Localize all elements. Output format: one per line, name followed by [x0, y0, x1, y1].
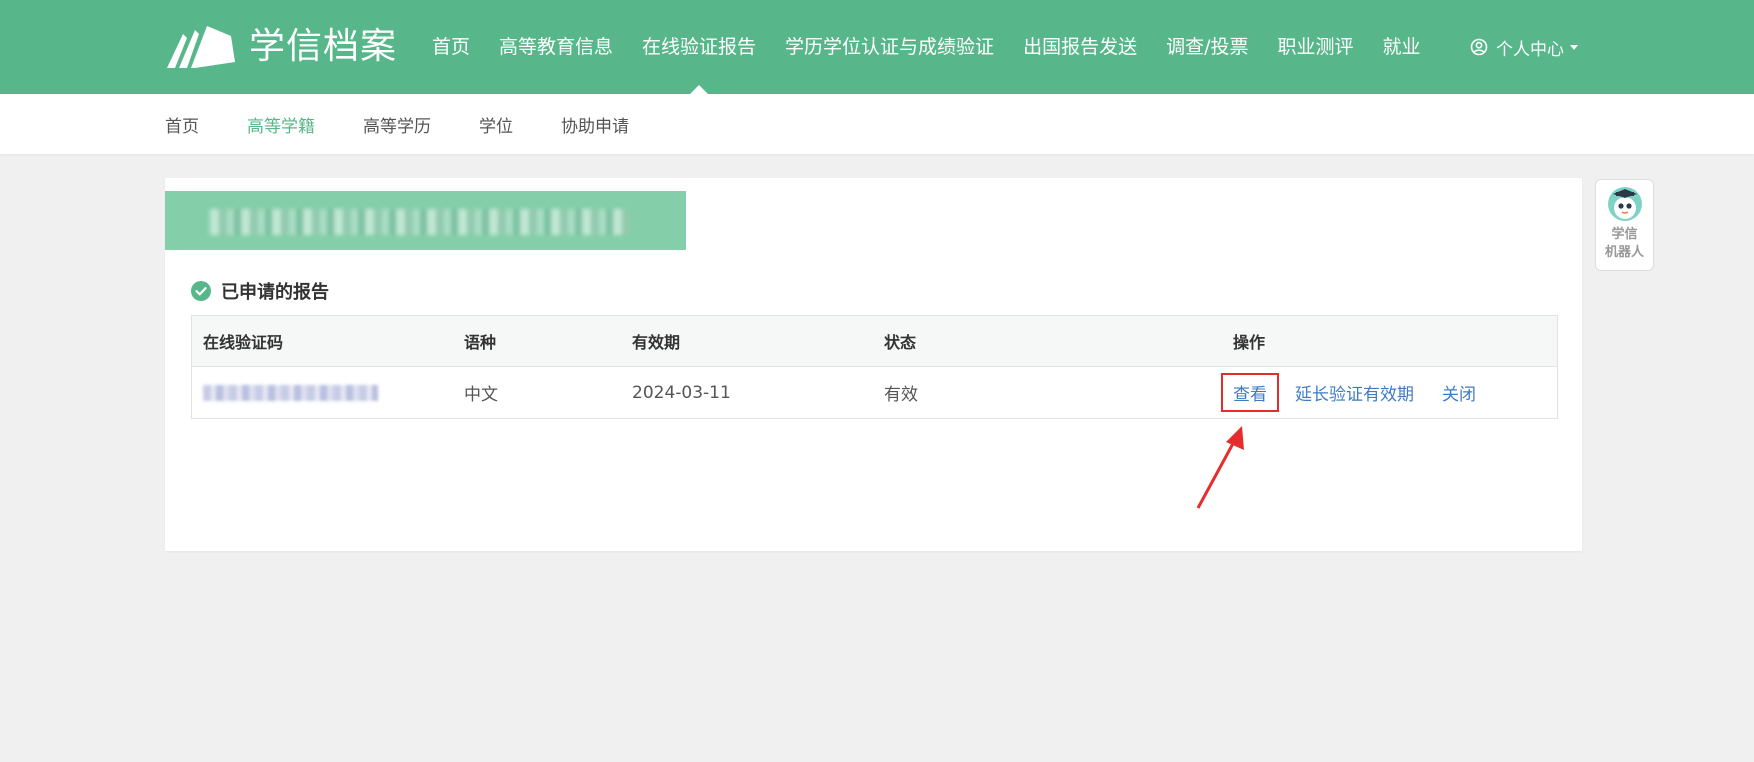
subnav-item-home[interactable]: 首页: [165, 112, 199, 137]
close-report-link[interactable]: 关闭: [1442, 380, 1476, 405]
sub-nav-bar: 首页 高等学籍 高等学历 学位 协助申请: [0, 94, 1754, 154]
annotation-arrow-icon: [1196, 426, 1244, 509]
subnav-item-higher-degree-record[interactable]: 高等学历: [363, 112, 431, 137]
user-circle-icon: [1470, 38, 1488, 56]
view-report-link[interactable]: 查看: [1221, 373, 1279, 412]
column-header-verification-code: 在线验证码: [203, 333, 284, 352]
user-center-menu[interactable]: 个人中心: [1470, 0, 1578, 94]
nav-item-employment[interactable]: 就业: [1383, 0, 1421, 94]
status-cell: 有效: [884, 385, 918, 405]
language-cell: 中文: [464, 385, 498, 405]
blurred-banner-text: [210, 209, 630, 235]
report-card: 已申请的报告 在线验证码 语种 有效期 状态 操作 中文 2024-03-11 …: [165, 178, 1582, 551]
nav-item-career-assessment[interactable]: 职业测评: [1277, 0, 1353, 94]
book-logo-icon: [167, 26, 235, 68]
nav-item-home[interactable]: 首页: [432, 0, 470, 94]
nav-item-overseas-report[interactable]: 出国报告发送: [1023, 0, 1137, 94]
sub-nav: 首页 高等学籍 高等学历 学位 协助申请: [165, 94, 677, 154]
robot-label-line1: 学信: [1611, 227, 1638, 242]
nav-item-online-verification-report[interactable]: 在线验证报告: [642, 0, 756, 94]
subnav-item-assist-application[interactable]: 协助申请: [561, 112, 629, 137]
extend-validity-link[interactable]: 延长验证有效期: [1295, 380, 1414, 405]
table-header-row: 在线验证码 语种 有效期 状态 操作: [192, 316, 1557, 367]
report-table: 在线验证码 语种 有效期 状态 操作 中文 2024-03-11 有效 查看 延…: [191, 315, 1558, 419]
nav-item-degree-certification[interactable]: 学历学位认证与成绩验证: [785, 0, 994, 94]
actions-cell: 查看 延长验证有效期 关闭: [1221, 373, 1476, 412]
top-nav-bar: 学信档案 首页 高等教育信息 在线验证报告 学历学位认证与成绩验证 出国报告发送…: [0, 0, 1754, 94]
column-header-actions: 操作: [1233, 333, 1266, 352]
robot-avatar-icon: [1607, 187, 1642, 221]
report-banner: [165, 191, 686, 250]
user-center-label: 个人中心: [1496, 39, 1564, 60]
logo-text: 学信档案: [249, 26, 398, 67]
column-header-status: 状态: [884, 333, 917, 352]
section-title: 已申请的报告: [191, 278, 329, 304]
table-row: 中文 2024-03-11 有效 查看 延长验证有效期 关闭: [192, 367, 1557, 418]
chevron-down-icon: [1570, 44, 1578, 50]
robot-label-line2: 机器人: [1604, 245, 1644, 260]
nav-item-higher-education-info[interactable]: 高等教育信息: [499, 0, 613, 94]
site-logo[interactable]: 学信档案: [165, 22, 397, 72]
subnav-item-degree[interactable]: 学位: [479, 112, 513, 137]
check-circle-icon: [191, 281, 211, 301]
subnav-item-higher-enrollment[interactable]: 高等学籍: [247, 112, 315, 137]
robot-assistant-button[interactable]: 学信 机器人: [1595, 179, 1654, 271]
column-header-validity: 有效期: [632, 333, 681, 352]
nav-item-survey-vote[interactable]: 调查/投票: [1166, 0, 1248, 94]
validity-cell: 2024-03-11: [632, 382, 731, 403]
section-title-text: 已申请的报告: [221, 282, 329, 303]
main-nav: 首页 高等教育信息 在线验证报告 学历学位认证与成绩验证 出国报告发送 调查/投…: [432, 0, 1450, 94]
verification-code-redacted: [203, 383, 378, 403]
column-header-language: 语种: [464, 333, 497, 352]
